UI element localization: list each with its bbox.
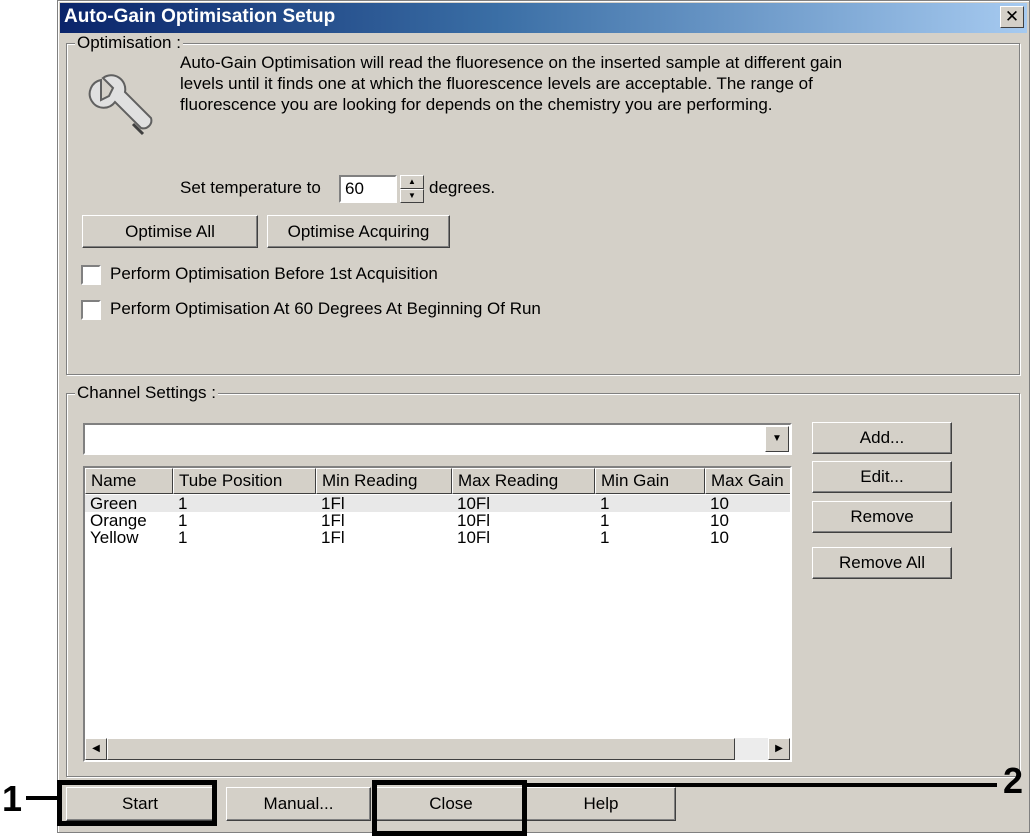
- dialog-window: Auto-Gain Optimisation Setup ✕ Optimisat…: [57, 0, 1030, 833]
- scroll-left-icon[interactable]: ◀: [85, 738, 107, 760]
- scroll-right-icon[interactable]: ▶: [768, 738, 790, 760]
- table-row[interactable]: Yellow 1 1Fl 10Fl 1 10: [85, 529, 790, 546]
- temperature-spinner[interactable]: ▲ ▼: [400, 175, 424, 203]
- remove-all-label: Remove All: [839, 553, 925, 572]
- cell-tube: 1: [178, 494, 188, 513]
- cell-tube: 1: [178, 528, 188, 547]
- cell-max-reading: 10Fl: [457, 528, 491, 547]
- optimise-at-60-checkbox[interactable]: [81, 300, 101, 320]
- col-tube-position[interactable]: Tube Position: [173, 468, 316, 494]
- close-window-button[interactable]: ✕: [1000, 6, 1024, 28]
- manual-button[interactable]: Manual...: [226, 787, 371, 821]
- temperature-input[interactable]: 60: [339, 175, 397, 203]
- col-min-reading[interactable]: Min Reading: [316, 468, 452, 494]
- remove-button[interactable]: Remove: [812, 501, 952, 533]
- optimise-acquiring-button[interactable]: Optimise Acquiring: [267, 215, 450, 248]
- table-row[interactable]: Green 1 1Fl 10Fl 1 10: [85, 495, 790, 512]
- edit-label: Edit...: [860, 467, 904, 486]
- cell-name: Orange: [90, 511, 147, 530]
- optimise-before-label: Perform Optimisation Before 1st Acquisit…: [110, 264, 438, 283]
- channel-list[interactable]: Name Tube Position Min Reading Max Readi…: [83, 466, 792, 762]
- cell-max-reading: 10Fl: [457, 511, 491, 530]
- col-name[interactable]: Name: [85, 468, 173, 494]
- cell-min-gain: 1: [600, 511, 610, 530]
- add-button[interactable]: Add...: [812, 422, 952, 454]
- annotation-label-1: 1: [2, 778, 23, 819]
- channel-settings-legend: Channel Settings :: [75, 383, 218, 403]
- help-label: Help: [583, 794, 619, 813]
- temperature-label: Set temperature to: [180, 178, 321, 197]
- col-max-reading[interactable]: Max Reading: [452, 468, 595, 494]
- degrees-label: degrees.: [429, 178, 496, 197]
- help-button[interactable]: Help: [526, 787, 676, 821]
- optimisation-description: Auto-Gain Optimisation will read the flu…: [180, 53, 843, 114]
- col-min-gain[interactable]: Min Gain: [595, 468, 705, 494]
- optimise-at-60-label: Perform Optimisation At 60 Degrees At Be…: [110, 299, 541, 318]
- scroll-thumb[interactable]: [107, 738, 735, 760]
- annotation-line-2: [527, 783, 997, 787]
- channel-list-header: Name Tube Position Min Reading Max Readi…: [85, 468, 790, 494]
- annotation-label-2: 2: [1003, 760, 1024, 801]
- cell-tube: 1: [178, 511, 188, 530]
- cell-max-reading: 10Fl: [457, 494, 491, 513]
- optimisation-legend: Optimisation :: [75, 33, 183, 53]
- cell-max-gain: 10: [710, 494, 729, 513]
- remove-label: Remove: [850, 507, 914, 526]
- col-max-gain[interactable]: Max Gain: [705, 468, 790, 494]
- cell-max-gain: 10: [710, 528, 729, 547]
- cell-max-gain: 10: [710, 511, 729, 530]
- cell-min-reading: 1Fl: [321, 494, 345, 513]
- manual-label: Manual...: [263, 794, 334, 813]
- chevron-down-icon[interactable]: ▼: [765, 426, 789, 452]
- close-icon: ✕: [1004, 7, 1020, 26]
- cell-name: Yellow: [90, 528, 139, 547]
- add-label: Add...: [859, 428, 905, 447]
- spin-down-icon[interactable]: ▼: [400, 189, 424, 203]
- window-title: Auto-Gain Optimisation Setup: [64, 6, 336, 27]
- optimise-before-checkbox[interactable]: [81, 265, 101, 285]
- title-bar[interactable]: Auto-Gain Optimisation Setup ✕: [60, 3, 1027, 33]
- cell-min-gain: 1: [600, 494, 610, 513]
- horizontal-scrollbar[interactable]: ◀ ▶: [85, 738, 790, 760]
- cell-min-reading: 1Fl: [321, 511, 345, 530]
- wrench-icon: [88, 74, 153, 136]
- annotation-line-1: [26, 796, 60, 800]
- cell-min-reading: 1Fl: [321, 528, 345, 547]
- annotation-box-1: [57, 780, 217, 826]
- cell-name: Green: [90, 494, 138, 513]
- remove-all-button[interactable]: Remove All: [812, 547, 952, 579]
- spin-up-icon[interactable]: ▲: [400, 175, 424, 189]
- channel-combo[interactable]: ▼: [83, 423, 792, 455]
- table-row[interactable]: Orange 1 1Fl 10Fl 1 10: [85, 512, 790, 529]
- cell-min-gain: 1: [600, 528, 610, 547]
- edit-button[interactable]: Edit...: [812, 461, 952, 493]
- optimise-all-button[interactable]: Optimise All: [82, 215, 258, 248]
- annotation-box-2: [372, 780, 527, 836]
- optimisation-group: Optimisation : Auto-Gain Optimisation wi…: [66, 33, 1020, 375]
